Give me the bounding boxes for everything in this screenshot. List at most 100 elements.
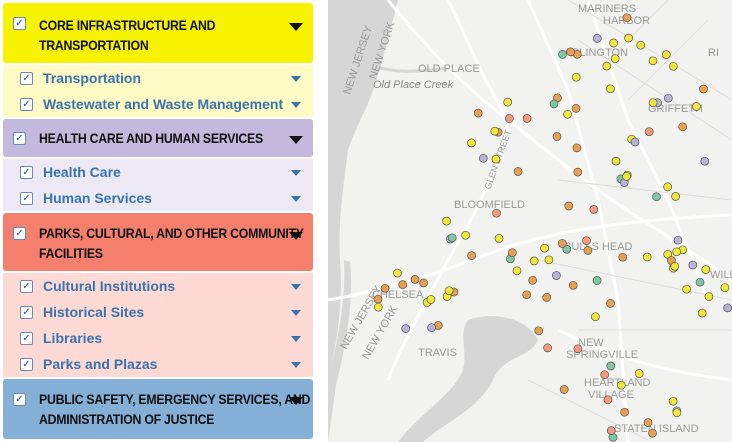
facility-marker[interactable] xyxy=(542,293,552,302)
facility-marker[interactable] xyxy=(505,114,514,123)
expand-caret-icon[interactable] xyxy=(291,76,301,82)
facility-marker[interactable] xyxy=(616,380,626,390)
facility-marker[interactable] xyxy=(636,40,646,50)
checkbox-parks-plazas[interactable]: ✓ xyxy=(20,358,33,371)
facility-marker[interactable] xyxy=(682,284,691,294)
facility-marker[interactable] xyxy=(606,361,616,371)
facility-marker[interactable] xyxy=(494,234,504,243)
collapse-caret-icon[interactable] xyxy=(289,23,303,31)
checkbox-public-safety[interactable]: ✓ xyxy=(13,393,26,406)
facility-marker[interactable] xyxy=(557,239,567,248)
facility-marker[interactable] xyxy=(467,138,476,148)
facility-marker[interactable] xyxy=(427,323,436,332)
category-parks-cultural[interactable]: ✓ PARKS, CULTURAL, AND OTHER COMMUNITY FA… xyxy=(3,213,313,271)
map-view[interactable]: NEW JERSEY NEW YORK NEW JERSEY NEW YORK … xyxy=(328,0,732,442)
facility-marker[interactable] xyxy=(606,299,615,308)
facility-marker[interactable] xyxy=(444,286,454,296)
checkbox-parks-cultural[interactable]: ✓ xyxy=(13,227,26,240)
facility-marker[interactable] xyxy=(543,343,552,353)
sub-item-health-care[interactable]: ✓ Health Care xyxy=(3,159,313,185)
facility-marker[interactable] xyxy=(648,428,657,438)
facility-marker[interactable] xyxy=(701,265,711,274)
facility-marker[interactable] xyxy=(723,303,732,313)
facility-marker[interactable] xyxy=(410,275,420,284)
facility-marker[interactable] xyxy=(478,153,488,163)
checkbox-health-care[interactable]: ✓ xyxy=(20,166,33,179)
facility-marker[interactable] xyxy=(571,72,581,82)
facility-marker[interactable] xyxy=(552,132,562,141)
checkbox-libraries[interactable]: ✓ xyxy=(20,332,33,345)
expand-caret-icon[interactable] xyxy=(291,310,301,316)
facility-marker[interactable] xyxy=(549,99,559,109)
facility-marker[interactable] xyxy=(606,426,616,435)
facility-marker[interactable] xyxy=(512,266,522,276)
facility-marker[interactable] xyxy=(634,369,644,378)
facility-marker[interactable] xyxy=(695,277,705,287)
facility-marker[interactable] xyxy=(398,280,408,289)
facility-marker[interactable] xyxy=(672,408,682,418)
category-public-safety[interactable]: ✓ PUBLIC SAFETY, EMERGENCY SERVICES, AND… xyxy=(3,379,313,439)
facility-marker[interactable] xyxy=(393,268,402,278)
checkbox-transportation[interactable]: ✓ xyxy=(20,72,33,85)
facility-marker[interactable] xyxy=(699,84,708,94)
facility-marker[interactable] xyxy=(624,33,633,43)
facility-marker[interactable] xyxy=(582,236,591,246)
sub-item-libraries[interactable]: ✓ Libraries xyxy=(3,325,313,351)
facility-marker[interactable] xyxy=(559,385,569,394)
expand-caret-icon[interactable] xyxy=(291,102,301,108)
facility-marker[interactable] xyxy=(373,302,383,312)
collapse-caret-icon[interactable] xyxy=(289,232,303,240)
facility-marker[interactable] xyxy=(611,156,621,166)
facility-marker[interactable] xyxy=(672,247,681,257)
checkbox-human-services[interactable]: ✓ xyxy=(20,192,33,205)
facility-marker[interactable] xyxy=(697,308,707,318)
facility-marker[interactable] xyxy=(426,295,436,304)
facility-marker[interactable] xyxy=(663,182,673,192)
facility-marker[interactable] xyxy=(622,13,632,23)
facility-marker[interactable] xyxy=(564,201,574,211)
facility-marker[interactable] xyxy=(490,126,500,136)
facility-marker[interactable] xyxy=(589,205,599,214)
expand-caret-icon[interactable] xyxy=(291,196,301,202)
facility-marker[interactable] xyxy=(573,167,583,177)
facility-marker[interactable] xyxy=(648,56,658,66)
facility-marker[interactable] xyxy=(644,127,654,137)
facility-marker[interactable] xyxy=(618,252,628,262)
facility-marker[interactable] xyxy=(592,276,602,285)
sub-item-parks-plazas[interactable]: ✓ Parks and Plazas xyxy=(3,351,313,377)
facility-marker[interactable] xyxy=(566,47,576,57)
facility-marker[interactable] xyxy=(602,61,612,71)
facility-marker[interactable] xyxy=(692,102,701,111)
checkbox-cultural-institutions[interactable]: ✓ xyxy=(20,280,33,293)
facility-marker[interactable] xyxy=(648,98,658,108)
facility-marker[interactable] xyxy=(573,344,583,354)
facility-marker[interactable] xyxy=(380,283,390,293)
checkbox-health-care-category[interactable]: ✓ xyxy=(13,132,26,145)
facility-marker[interactable] xyxy=(622,172,631,181)
facility-marker[interactable] xyxy=(678,122,688,132)
facility-marker[interactable] xyxy=(503,97,513,107)
collapse-caret-icon[interactable] xyxy=(289,136,303,144)
facility-marker[interactable] xyxy=(609,38,618,48)
facility-marker[interactable] xyxy=(563,109,572,119)
expand-caret-icon[interactable] xyxy=(291,362,301,368)
facility-marker[interactable] xyxy=(661,50,671,59)
checkbox-historical-sites[interactable]: ✓ xyxy=(20,306,33,319)
facility-marker[interactable] xyxy=(568,280,578,290)
expand-caret-icon[interactable] xyxy=(291,284,301,290)
category-health-care[interactable]: ✓ HEALTH CARE AND HUMAN SERVICES xyxy=(3,119,313,157)
facility-marker[interactable] xyxy=(461,230,470,240)
facility-marker[interactable] xyxy=(507,248,517,258)
facility-marker[interactable] xyxy=(401,324,411,333)
category-core-infrastructure[interactable]: ✓ CORE INFRASTRUCTURE AND TRANSPORTATION xyxy=(3,3,313,63)
facility-marker[interactable] xyxy=(630,137,640,147)
facility-marker[interactable] xyxy=(467,251,476,260)
facility-marker[interactable] xyxy=(558,50,567,59)
facility-marker[interactable] xyxy=(540,243,549,253)
facility-marker[interactable] xyxy=(373,294,383,304)
facility-marker[interactable] xyxy=(534,326,544,336)
expand-caret-icon[interactable] xyxy=(291,336,301,342)
facility-marker[interactable] xyxy=(600,370,610,380)
facility-marker[interactable] xyxy=(522,114,532,123)
sub-item-cultural-institutions[interactable]: ✓ Cultural Institutions xyxy=(3,273,313,299)
